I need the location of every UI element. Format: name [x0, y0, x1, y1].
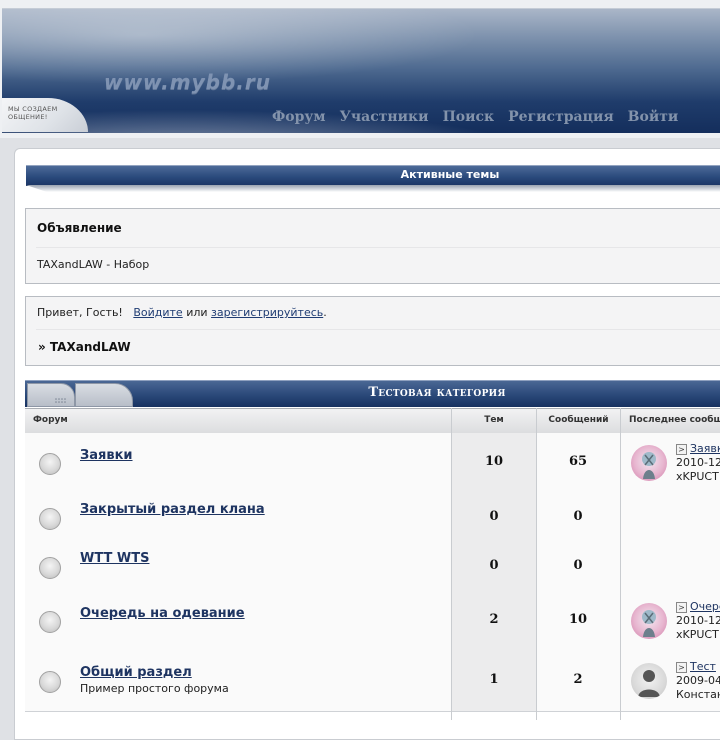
- topic-count: 0: [489, 508, 499, 524]
- register-link[interactable]: зарегистрируйтесь: [211, 306, 323, 319]
- last-poster-avatar[interactable]: [631, 445, 667, 481]
- last-poster-avatar[interactable]: [631, 663, 667, 699]
- breadcrumb[interactable]: » TAXandLAW: [38, 340, 131, 354]
- category-tabs: [25, 383, 137, 407]
- header: www.mybb.ru МЫ СОЗДАЕМ ОБЩЕНИЕ! Форум Уч…: [0, 0, 720, 138]
- nav-members[interactable]: Участники: [340, 109, 429, 127]
- or-text: или: [186, 306, 208, 319]
- post-count: 65: [568, 454, 588, 469]
- forum-link[interactable]: Заявки: [80, 448, 133, 463]
- collapse-tab[interactable]: [27, 383, 75, 407]
- forum-status-icon: [39, 611, 61, 633]
- forum-row: Общий раздел Пример простого форума 1 2 > Тес…: [25, 651, 720, 712]
- last-post-info: >Заявки2010-12xKPUCT: [676, 442, 720, 484]
- last-topic-link[interactable]: Тест: [690, 660, 716, 673]
- forum-description: Пример простого форума: [80, 682, 229, 695]
- announcement-text: TAXandLAW - Набор: [37, 258, 150, 271]
- forum-status-icon: [39, 556, 61, 579]
- last-post-author: xKPUCT: [676, 470, 719, 483]
- goto-post-icon[interactable]: >: [676, 601, 687, 613]
- topic-count: 10: [484, 454, 504, 469]
- forum-link[interactable]: Закрытый раздел клана: [80, 502, 265, 517]
- forum-row: Заявки1065>Заявки2010-12xKPUCT: [25, 433, 720, 494]
- login-link[interactable]: Войдите: [133, 306, 182, 319]
- forum-status-icon: [39, 507, 61, 530]
- topic-count: 0: [489, 557, 499, 573]
- forum-row: Закрытый раздел клана 0 0: [25, 493, 720, 543]
- site-logo-url[interactable]: www.mybb.ru: [104, 70, 271, 94]
- active-topics-lip: [26, 185, 720, 192]
- topic-count: 2: [489, 612, 499, 627]
- user-avatar-icon: [642, 452, 656, 479]
- last-topic-link[interactable]: Заявки: [690, 442, 720, 455]
- post-count: 0: [573, 557, 583, 573]
- welcome-line: Привет, Гость! Войдите или зарегистрируй…: [37, 306, 327, 319]
- forum-row: WTT WTS 0 0: [25, 542, 720, 592]
- forum-status-icon: [39, 671, 61, 693]
- default-user-icon: [638, 670, 660, 697]
- guest-greeting: Привет, Гость!: [37, 306, 123, 319]
- nav-login[interactable]: Войти: [628, 109, 679, 127]
- divider: [36, 329, 720, 330]
- post-count: 10: [568, 612, 588, 627]
- announcement-title: Объявление: [37, 221, 122, 235]
- last-post-author: xKPUCT: [676, 628, 719, 641]
- col-last-post: Последнее сообщение: [629, 415, 720, 425]
- column-divider: [620, 408, 621, 720]
- category-header-bar: Тестовая категория: [25, 380, 720, 407]
- topic-count: 1: [489, 672, 499, 687]
- dotted-grip-icon: [55, 398, 66, 403]
- column-divider: [451, 408, 452, 720]
- col-posts: Сообщений: [548, 415, 609, 425]
- last-post-info: > Тест 2009-04 Констан: [676, 660, 720, 702]
- last-post-date: 2010-12: [676, 614, 720, 627]
- category-tab[interactable]: [75, 383, 133, 407]
- last-topic-link[interactable]: Очередь: [690, 600, 720, 613]
- column-divider: [536, 408, 537, 720]
- main-nav: Форум Участники Поиск Регистрация Войти: [272, 109, 692, 127]
- nav-search[interactable]: Поиск: [443, 109, 495, 127]
- active-topics-bar[interactable]: Активные темы: [26, 165, 720, 193]
- period-text: .: [323, 306, 327, 319]
- nav-register[interactable]: Регистрация: [508, 109, 614, 127]
- forum-link[interactable]: WTT WTS: [80, 551, 149, 566]
- forum-row: Очередь на одевание 2 10 >Очередь2010-12xKP…: [25, 591, 720, 652]
- nav-forum[interactable]: Форум: [272, 109, 326, 127]
- last-post-date: 2009-04: [676, 674, 720, 687]
- forum-status-icon: [39, 453, 61, 475]
- col-topics: Тем: [484, 415, 504, 425]
- last-post-info: >Очередь2010-12xKPUCT: [676, 600, 720, 642]
- user-avatar-icon: [642, 610, 656, 637]
- goto-post-icon[interactable]: >: [676, 661, 687, 673]
- category-block: Тестовая категория Форум Тем Сообщений П…: [25, 380, 720, 720]
- welcome-box: Привет, Гость! Войдите или зарегистрируй…: [25, 296, 720, 366]
- last-post-date: 2010-12: [676, 456, 720, 469]
- post-count: 2: [573, 672, 583, 687]
- active-topics-link[interactable]: Активные темы: [26, 168, 720, 181]
- forum-link[interactable]: Очередь на одевание: [80, 606, 245, 621]
- tagline-text: МЫ СОЗДАЕМ ОБЩЕНИЕ!: [8, 105, 58, 121]
- column-header-row: Форум Тем Сообщений Последнее сообщение: [25, 408, 720, 434]
- col-forum: Форум: [33, 415, 68, 425]
- post-count: 0: [573, 508, 583, 524]
- forum-link[interactable]: Общий раздел: [80, 665, 192, 680]
- announcement-box: Объявление TAXandLAW - Набор: [25, 208, 720, 284]
- divider: [36, 247, 720, 248]
- category-title[interactable]: Тестовая категория: [137, 385, 720, 400]
- last-poster-avatar[interactable]: [631, 603, 667, 639]
- last-post-author: Констан: [676, 688, 720, 701]
- goto-post-icon[interactable]: >: [676, 443, 687, 455]
